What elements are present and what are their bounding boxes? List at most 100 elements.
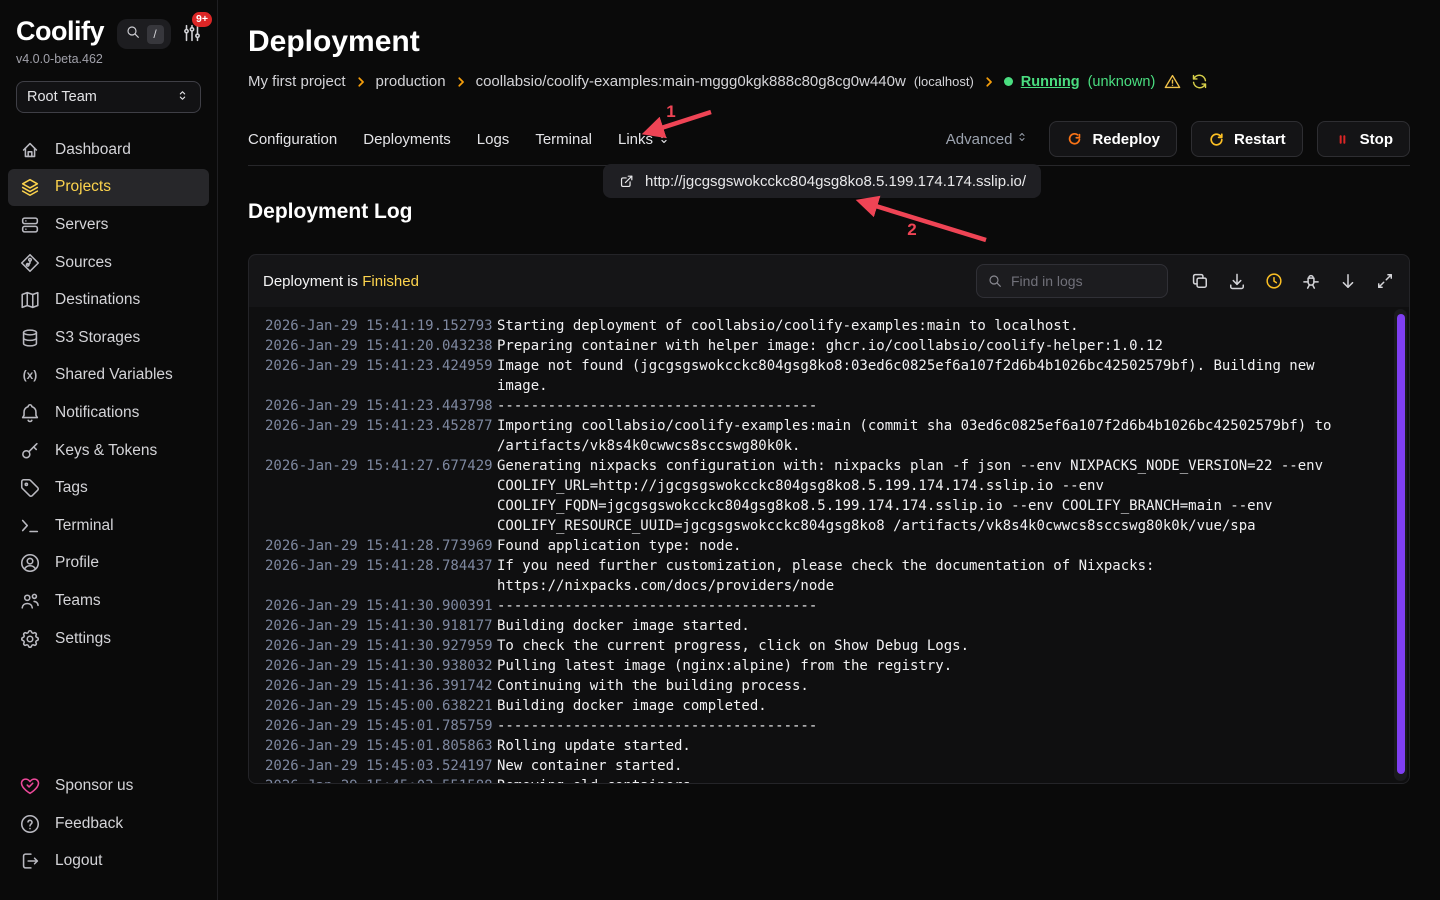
breadcrumb-item[interactable]: coollabsio/coolify-examples:main-mggg0kg…	[476, 73, 906, 90]
sidebar-item-label: Tags	[55, 479, 88, 497]
sidebar-item-label: Dashboard	[55, 141, 131, 159]
gear-icon	[18, 627, 42, 651]
notifications-filter-button[interactable]: 9+	[181, 22, 203, 49]
sidebar-item-terminal[interactable]: Terminal	[8, 507, 209, 545]
stop-icon	[1334, 131, 1351, 148]
restart-icon	[1208, 131, 1225, 148]
download-icon[interactable]	[1227, 271, 1247, 291]
sidebar-item-sponsor-us[interactable]: Sponsor us	[8, 767, 209, 805]
sidebar-footer-nav: Sponsor us FeedbackLogout	[0, 767, 217, 900]
log-entry: 2026-Jan-29 15:45:03.551588Removing old …	[265, 776, 1365, 783]
selector-icon	[657, 132, 671, 146]
sidebar-item-feedback[interactable]: Feedback	[8, 805, 209, 843]
sidebar-item-projects[interactable]: Projects	[8, 169, 209, 207]
copy-icon[interactable]	[1190, 271, 1210, 291]
key-icon	[18, 439, 42, 463]
status-running-link[interactable]: Running	[1021, 74, 1080, 90]
deployment-log-panel: Deployment is Finished 2026-Jan-29 15:41…	[248, 254, 1410, 784]
layers-icon	[18, 175, 42, 199]
log-message: If you need further customization, pleas…	[497, 556, 1365, 596]
log-entry: 2026-Jan-29 15:41:27.677429Generating ni…	[265, 456, 1365, 536]
team-selector[interactable]: Root Team	[16, 81, 201, 113]
logout-icon	[18, 849, 42, 873]
log-entry: 2026-Jan-29 15:45:00.638221Building dock…	[265, 696, 1365, 716]
sidebar-item-dashboard[interactable]: Dashboard	[8, 131, 209, 169]
tab-label: Deployments	[363, 131, 451, 148]
log-message: --------------------------------------	[497, 396, 1365, 416]
log-scrollbar-thumb[interactable]	[1397, 314, 1405, 774]
log-timestamp: 2026-Jan-29 15:41:30.927959	[265, 636, 497, 656]
tab-links[interactable]: Links	[618, 121, 671, 157]
sidebar-item-shared-variables[interactable]: (x)Shared Variables	[8, 357, 209, 395]
log-entry: 2026-Jan-29 15:41:30.918177Building dock…	[265, 616, 1365, 636]
advanced-dropdown[interactable]: Advanced	[946, 130, 1030, 148]
sidebar-item-keys-tokens[interactable]: Keys & Tokens	[8, 432, 209, 470]
sidebar-item-label: Sponsor us	[55, 777, 133, 795]
sidebar-item-teams[interactable]: Teams	[8, 582, 209, 620]
restart-button[interactable]: Restart	[1191, 121, 1303, 157]
log-entry: 2026-Jan-29 15:45:01.805863Rolling updat…	[265, 736, 1365, 756]
chevron-right-icon	[354, 75, 368, 89]
sidebar-item-label: Notifications	[55, 404, 139, 422]
log-message: --------------------------------------	[497, 716, 1365, 736]
sidebar-item-logout[interactable]: Logout	[8, 842, 209, 880]
log-timestamp: 2026-Jan-29 15:45:01.785759	[265, 716, 497, 736]
tab-configuration[interactable]: Configuration	[248, 121, 337, 157]
log-message: Generating nixpacks configuration with: …	[497, 456, 1365, 536]
log-timestamp: 2026-Jan-29 15:41:30.918177	[265, 616, 497, 636]
refresh-icon[interactable]	[1190, 72, 1209, 91]
tab-deployments[interactable]: Deployments	[363, 121, 451, 157]
git-source-icon	[18, 251, 42, 275]
global-search-button[interactable]: /	[117, 19, 171, 49]
status-dot	[1004, 77, 1013, 86]
history-icon[interactable]	[1264, 271, 1284, 291]
warning-icon[interactable]	[1163, 72, 1182, 91]
chevron-right-icon	[454, 75, 468, 89]
tab-logs[interactable]: Logs	[477, 121, 510, 157]
log-entry: 2026-Jan-29 15:41:20.043238Preparing con…	[265, 336, 1365, 356]
sidebar-item-tags[interactable]: Tags	[8, 469, 209, 507]
sidebar-item-notifications[interactable]: Notifications	[8, 394, 209, 432]
breadcrumb-item[interactable]: production	[376, 73, 446, 90]
fullscreen-icon[interactable]	[1375, 271, 1395, 291]
button-label: Redeploy	[1092, 131, 1160, 148]
button-label: Stop	[1360, 131, 1393, 148]
redeploy-icon	[1066, 131, 1083, 148]
debug-icon[interactable]	[1301, 271, 1321, 291]
tab-terminal[interactable]: Terminal	[535, 121, 592, 157]
sidebar-item-s3-storages[interactable]: S3 Storages	[8, 319, 209, 357]
scroll-bottom-icon[interactable]	[1338, 271, 1358, 291]
sidebar-item-label: Keys & Tokens	[55, 442, 157, 460]
sidebar-item-profile[interactable]: Profile	[8, 545, 209, 583]
log-entry: 2026-Jan-29 15:41:28.773969Found applica…	[265, 536, 1365, 556]
log-entry: 2026-Jan-29 15:41:23.452877Importing coo…	[265, 416, 1365, 456]
heart-icon	[18, 774, 42, 798]
sidebar-item-destinations[interactable]: Destinations	[8, 281, 209, 319]
log-entry: 2026-Jan-29 15:41:30.927959To check the …	[265, 636, 1365, 656]
users-icon	[18, 589, 42, 613]
find-in-logs-input[interactable]	[977, 265, 1167, 297]
links-dropdown-url-text: http://jgcgsgswokcckc804gsg8ko8.5.199.17…	[645, 173, 1026, 190]
sidebar-nav: Dashboard ProjectsServersSourcesDestinati…	[0, 131, 217, 657]
find-in-logs-box	[976, 264, 1168, 298]
log-timestamp: 2026-Jan-29 15:41:30.938032	[265, 656, 497, 676]
breadcrumb-item[interactable]: My first project	[248, 73, 346, 90]
status-detail: (unknown)	[1088, 74, 1156, 90]
external-link-icon	[618, 173, 635, 190]
sidebar-item-settings[interactable]: Settings	[8, 620, 209, 658]
log-timestamp: 2026-Jan-29 15:41:23.443798	[265, 396, 497, 416]
adjustments-icon	[181, 31, 203, 48]
main-content: Deployment My first projectproductioncoo…	[218, 0, 1440, 900]
chevron-selector-icon	[175, 88, 190, 107]
stop-button[interactable]: Stop	[1317, 121, 1410, 157]
log-message: --------------------------------------	[497, 596, 1365, 616]
sidebar-item-sources[interactable]: Sources	[8, 244, 209, 282]
log-entry: 2026-Jan-29 15:41:30.938032Pulling lates…	[265, 656, 1365, 676]
chevron-selector-icon	[1015, 130, 1029, 148]
sidebar-item-servers[interactable]: Servers	[8, 206, 209, 244]
links-dropdown-url[interactable]: http://jgcgsgswokcckc804gsg8ko8.5.199.17…	[603, 164, 1041, 198]
log-message: Found application type: node.	[497, 536, 1365, 556]
log-scrollbar-track[interactable]	[1394, 309, 1407, 781]
redeploy-button[interactable]: Redeploy	[1049, 121, 1177, 157]
log-entry: 2026-Jan-29 15:41:36.391742Continuing wi…	[265, 676, 1365, 696]
